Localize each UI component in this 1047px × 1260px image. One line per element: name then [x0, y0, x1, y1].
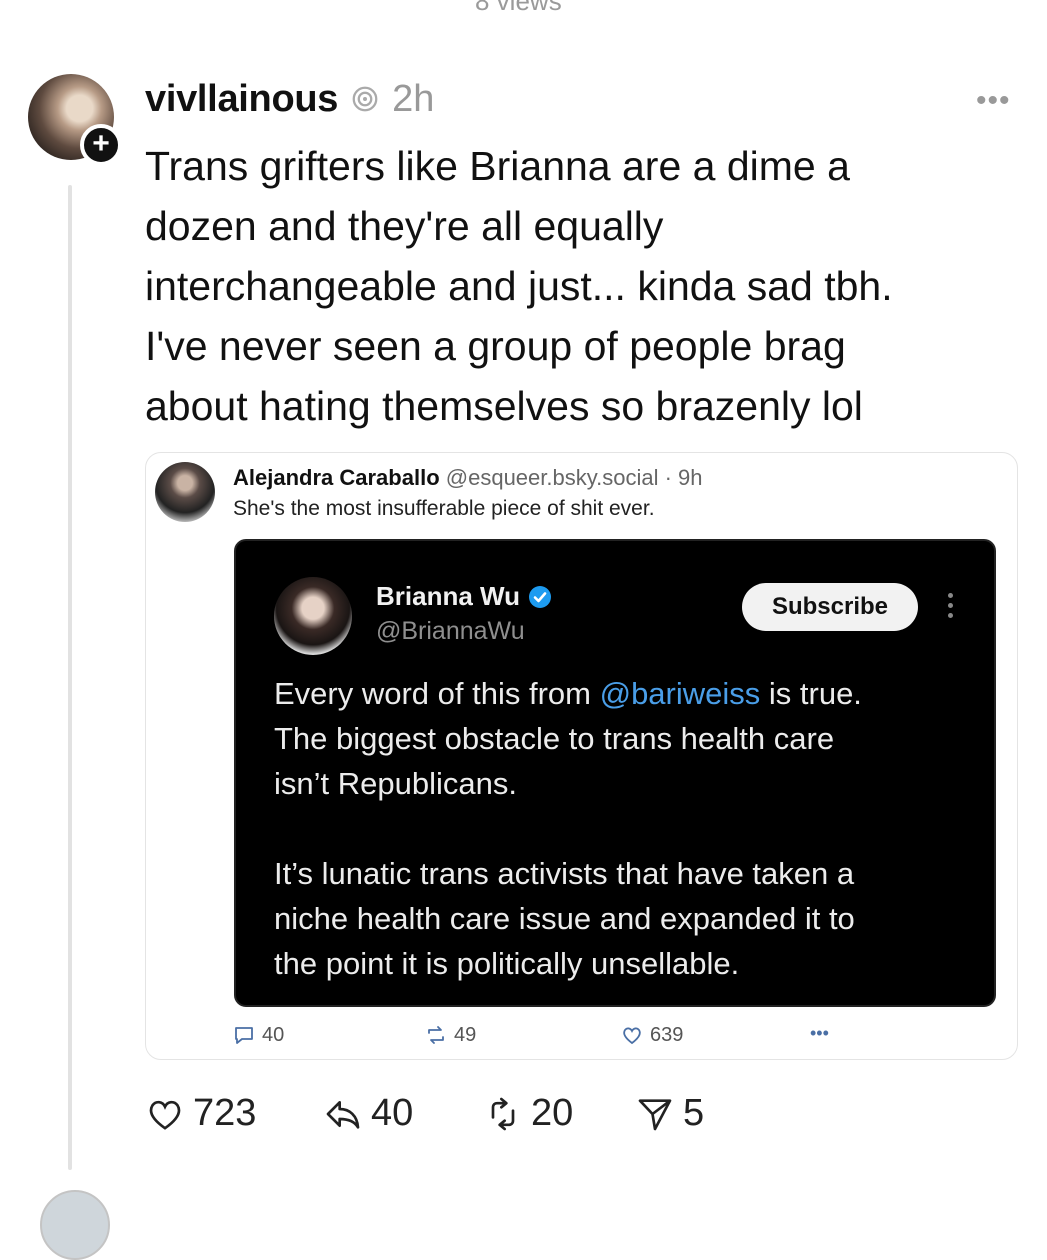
- inner-avatar: [274, 577, 352, 655]
- views-count: 8 views: [475, 0, 562, 16]
- embed-reply-count: 40: [262, 1023, 285, 1046]
- fediverse-icon: [352, 86, 378, 112]
- repost-action[interactable]: 20: [483, 1092, 573, 1135]
- inner-author-name: Brianna Wu: [376, 581, 520, 611]
- post-text: Trans grifters like Brianna are a dime a…: [145, 136, 1005, 436]
- inner-text: Every word of this from @bariweiss is tr…: [274, 671, 974, 986]
- post-text-line: Trans grifters like Brianna are a dime a: [145, 143, 850, 189]
- post-text-line: dozen and they're all equally: [145, 203, 664, 249]
- inner-text-line: The biggest obstacle to trans health car…: [274, 721, 835, 756]
- reply-count: 40: [371, 1092, 414, 1134]
- share-action[interactable]: 5: [635, 1092, 704, 1135]
- post-time: 2h: [392, 77, 435, 120]
- inner-text-line: niche health care issue and expanded it …: [274, 901, 855, 936]
- embedded-post[interactable]: Alejandra Caraballo @esqueer.bsky.social…: [145, 452, 1018, 1060]
- post-text-line: interchangeable and just... kinda sad tb…: [145, 263, 893, 309]
- inner-text-segment: is true.: [760, 676, 862, 711]
- embed-more-icon[interactable]: •••: [810, 1023, 829, 1044]
- inner-text-segment: Every word of this from: [274, 676, 600, 711]
- more-options-icon[interactable]: •••: [976, 84, 1011, 118]
- repost-icon: [428, 1026, 444, 1044]
- reply-action[interactable]: 40: [323, 1092, 413, 1135]
- reply-arrow-icon: [326, 1100, 360, 1129]
- embed-handle: @esqueer.bsky.social · 9h: [445, 465, 703, 490]
- post-text-line: about hating themselves so brazenly lol: [145, 383, 863, 429]
- embed-avatar: [155, 462, 215, 522]
- embed-reply-action[interactable]: 40: [232, 1023, 284, 1047]
- subscribe-button: Subscribe: [742, 583, 918, 631]
- verified-badge-icon: [528, 585, 551, 608]
- inner-handle: @BriannaWu: [376, 617, 525, 645]
- follow-plus-icon[interactable]: +: [80, 124, 122, 166]
- send-icon: [638, 1098, 672, 1130]
- embed-repost-action[interactable]: 49: [424, 1023, 476, 1047]
- comment-icon: [235, 1027, 253, 1044]
- next-post-avatar[interactable]: [40, 1190, 110, 1260]
- like-count: 723: [193, 1092, 257, 1134]
- vertical-more-icon: [948, 593, 954, 623]
- embed-like-count: 639: [650, 1023, 684, 1046]
- mention-link: @bariweiss: [599, 676, 761, 711]
- embed-header: Alejandra Caraballo @esqueer.bsky.social…: [233, 465, 702, 491]
- like-action[interactable]: 723: [145, 1092, 256, 1135]
- embed-actions: 40 49 639 •••: [232, 1023, 922, 1051]
- username[interactable]: vivllainous: [145, 78, 338, 121]
- inner-author-name-row: Brianna Wu: [376, 581, 552, 612]
- post-text-line: I've never seen a group of people brag: [145, 323, 846, 369]
- post-header: vivllainous 2h: [145, 74, 434, 124]
- embed-text: She's the most insufferable piece of shi…: [233, 497, 655, 520]
- share-count: 5: [683, 1092, 705, 1134]
- post-actions: 723 40 20 5: [145, 1092, 765, 1148]
- screenshot-image: Brianna Wu @BriannaWu Subscribe Every wo…: [234, 539, 996, 1007]
- inner-text-line: the point it is politically unsellable.: [274, 946, 740, 981]
- repost-count: 20: [531, 1092, 574, 1134]
- inner-text-line: It’s lunatic trans activists that have t…: [274, 856, 855, 891]
- thread-line: [68, 185, 72, 1170]
- embed-repost-count: 49: [454, 1023, 477, 1046]
- heart-icon: [623, 1027, 641, 1045]
- embed-like-action[interactable]: 639: [620, 1023, 683, 1047]
- inner-text-line: isn’t Republicans.: [274, 766, 517, 801]
- embed-author-name: Alejandra Caraballo: [233, 465, 440, 490]
- repost-icon: [491, 1097, 515, 1130]
- heart-icon: [149, 1100, 181, 1130]
